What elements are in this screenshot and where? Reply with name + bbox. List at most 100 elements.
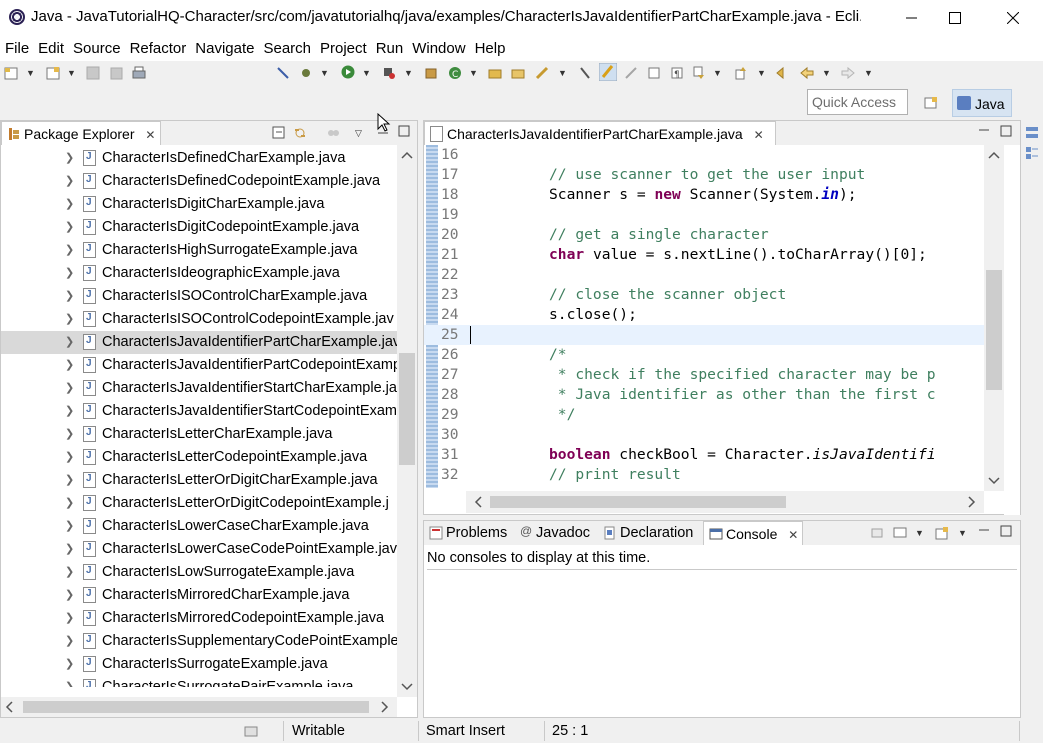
back-dropdown-icon[interactable]: ▼	[822, 68, 831, 78]
paragraph-marks-icon[interactable]: ¶	[670, 66, 684, 80]
expand-icon[interactable]: ❯	[65, 473, 74, 486]
code-line[interactable]: 20 // get a single character	[424, 225, 984, 245]
package-tree-horizontal-scrollbar[interactable]	[1, 697, 397, 717]
tree-item[interactable]: ❯ CharacterIsJavaIdentifierStartCharExamp…	[1, 377, 397, 400]
expand-icon[interactable]: ❯	[65, 197, 74, 210]
run-last-tool-icon[interactable]	[382, 66, 396, 80]
toggle-highlight-icon[interactable]	[599, 63, 617, 81]
expand-icon[interactable]: ❯	[65, 496, 74, 509]
print-icon[interactable]	[132, 66, 146, 80]
code-line[interactable]: 30	[424, 425, 984, 445]
scroll-thumb[interactable]	[490, 496, 786, 508]
open-console-icon[interactable]	[935, 526, 949, 540]
scroll-down-icon[interactable]	[401, 683, 413, 691]
maximize-view-icon[interactable]	[397, 124, 411, 138]
tree-item[interactable]: ❯ CharacterIsISOControlCodepointExample.j…	[1, 308, 397, 331]
new-project-icon[interactable]	[46, 66, 60, 80]
expand-icon[interactable]: ❯	[65, 565, 74, 578]
code-line[interactable]: 19	[424, 205, 984, 225]
tree-item[interactable]: ❯ CharacterIsLowerCaseCodePointExample.ja…	[1, 538, 397, 561]
expand-icon[interactable]: ❯	[65, 243, 74, 256]
previous-annotation-dropdown-icon[interactable]: ▼	[757, 68, 766, 78]
menu-window[interactable]: Window	[412, 35, 474, 61]
code-line[interactable]: 28 * Java identifier as other than the f…	[424, 385, 984, 405]
link-with-editor-icon[interactable]	[293, 126, 307, 140]
collapse-all-icon[interactable]	[272, 126, 286, 140]
skip-breakpoints-icon[interactable]	[276, 66, 290, 80]
code-line[interactable]: 21 char value = s.nextLine().toCharArray(…	[424, 245, 984, 265]
maximize-view-icon[interactable]	[999, 124, 1013, 138]
back-icon[interactable]	[800, 66, 814, 80]
console-area[interactable]: No consoles to display at this time.	[424, 545, 1020, 717]
code-line[interactable]: 31 boolean checkBool = Character.isJavaId…	[424, 445, 984, 465]
search-dropdown-icon[interactable]: ▼	[558, 68, 567, 78]
show-whitespace-icon[interactable]	[624, 66, 638, 80]
open-folder-icon[interactable]	[511, 66, 525, 80]
tab-editor-file[interactable]: CharacterIsJavaIdentifierPartCharExample…	[424, 121, 776, 145]
new-project-dropdown-icon[interactable]: ▼	[67, 68, 76, 78]
tab-javadoc[interactable]: @ Javadoc	[514, 521, 596, 545]
task-list-icon[interactable]	[1025, 146, 1039, 160]
tree-item[interactable]: ❯ CharacterIsLetterCharExample.java	[1, 423, 397, 446]
tree-item[interactable]: ❯ CharacterIsHighSurrogateExample.java	[1, 239, 397, 262]
minimize-button[interactable]	[889, 0, 935, 35]
tree-item-selected[interactable]: ❯ CharacterIsJavaIdentifierPartCharExampl…	[1, 331, 397, 354]
tree-item[interactable]: ❯ CharacterIsLowSurrogateExample.java	[1, 561, 397, 584]
expand-icon[interactable]: ❯	[65, 611, 74, 624]
run-dropdown-icon[interactable]: ▼	[362, 68, 371, 78]
forward-dropdown-icon[interactable]: ▼	[864, 68, 873, 78]
tree-item[interactable]: ❯ CharacterIsIdeographicExample.java	[1, 262, 397, 285]
scroll-left-icon[interactable]	[474, 496, 482, 508]
expand-icon[interactable]: ❯	[65, 519, 74, 532]
tab-declaration[interactable]: Declaration	[598, 521, 702, 545]
code-editor[interactable]: 16 17 // use scanner to get the user input…	[424, 145, 1020, 488]
forward-icon[interactable]	[841, 66, 855, 80]
expand-icon[interactable]: ❯	[65, 220, 74, 233]
save-icon[interactable]	[86, 66, 100, 80]
close-button[interactable]	[990, 0, 1036, 35]
pin-console-icon[interactable]	[870, 526, 884, 540]
tree-item[interactable]: ❯ CharacterIsMirroredCodepointExample.jav…	[1, 607, 397, 630]
maximize-button[interactable]	[932, 0, 978, 35]
expand-icon[interactable]: ❯	[65, 174, 74, 187]
scroll-down-icon[interactable]	[988, 477, 1000, 485]
code-line[interactable]: 23 // close the scanner object	[424, 285, 984, 305]
code-line[interactable]: 17 // use scanner to get the user input	[424, 165, 984, 185]
code-line[interactable]: 27 * check if the specified character ma…	[424, 365, 984, 385]
tree-item[interactable]: ❯ CharacterIsSurrogateExample.java	[1, 653, 397, 676]
tree-item[interactable]: ❯ CharacterIsLetterOrDigitCodepointExampl…	[1, 492, 397, 515]
scroll-up-icon[interactable]	[401, 151, 413, 159]
menu-help[interactable]: Help	[475, 35, 515, 61]
expand-icon[interactable]: ❯	[65, 289, 74, 302]
maximize-view-icon[interactable]	[999, 524, 1013, 538]
tab-package-explorer[interactable]: Package Explorer ✕	[1, 121, 161, 145]
scroll-right-icon[interactable]	[381, 701, 389, 713]
code-line[interactable]: 29 */	[424, 405, 984, 425]
menu-navigate[interactable]: Navigate	[195, 35, 263, 61]
new-dropdown-icon[interactable]: ▼	[26, 68, 35, 78]
outline-icon[interactable]	[1025, 126, 1039, 140]
expand-icon[interactable]: ❯	[65, 680, 74, 687]
expand-icon[interactable]: ❯	[65, 358, 74, 371]
scroll-thumb[interactable]	[399, 353, 415, 465]
new-icon[interactable]	[4, 66, 18, 80]
open-perspective-icon[interactable]	[924, 96, 938, 110]
expand-icon[interactable]: ❯	[65, 312, 74, 325]
editor-horizontal-scrollbar[interactable]	[466, 491, 984, 513]
scroll-thumb[interactable]	[986, 270, 1002, 390]
scroll-left-icon[interactable]	[5, 701, 13, 713]
expand-icon[interactable]: ❯	[65, 450, 74, 463]
minimize-view-icon[interactable]	[977, 524, 991, 538]
search-icon[interactable]	[535, 66, 549, 80]
tree-item[interactable]: ❯ CharacterIsSurrogatePairExample.java	[1, 676, 397, 687]
code-line[interactable]: 32 // print result	[424, 465, 984, 485]
code-line[interactable]: 18 Scanner s = new Scanner(System.in);	[424, 185, 984, 205]
expand-icon[interactable]: ❯	[65, 588, 74, 601]
editor-vertical-scrollbar[interactable]	[984, 145, 1004, 491]
tree-item[interactable]: ❯ CharacterIsJavaIdentifierStartCodepoint…	[1, 400, 397, 423]
scroll-up-icon[interactable]	[988, 151, 1000, 159]
run-icon[interactable]	[341, 65, 355, 79]
code-line[interactable]: 16	[424, 145, 984, 165]
close-icon[interactable]: ✕	[754, 128, 764, 142]
tab-problems[interactable]: Problems	[424, 521, 512, 545]
